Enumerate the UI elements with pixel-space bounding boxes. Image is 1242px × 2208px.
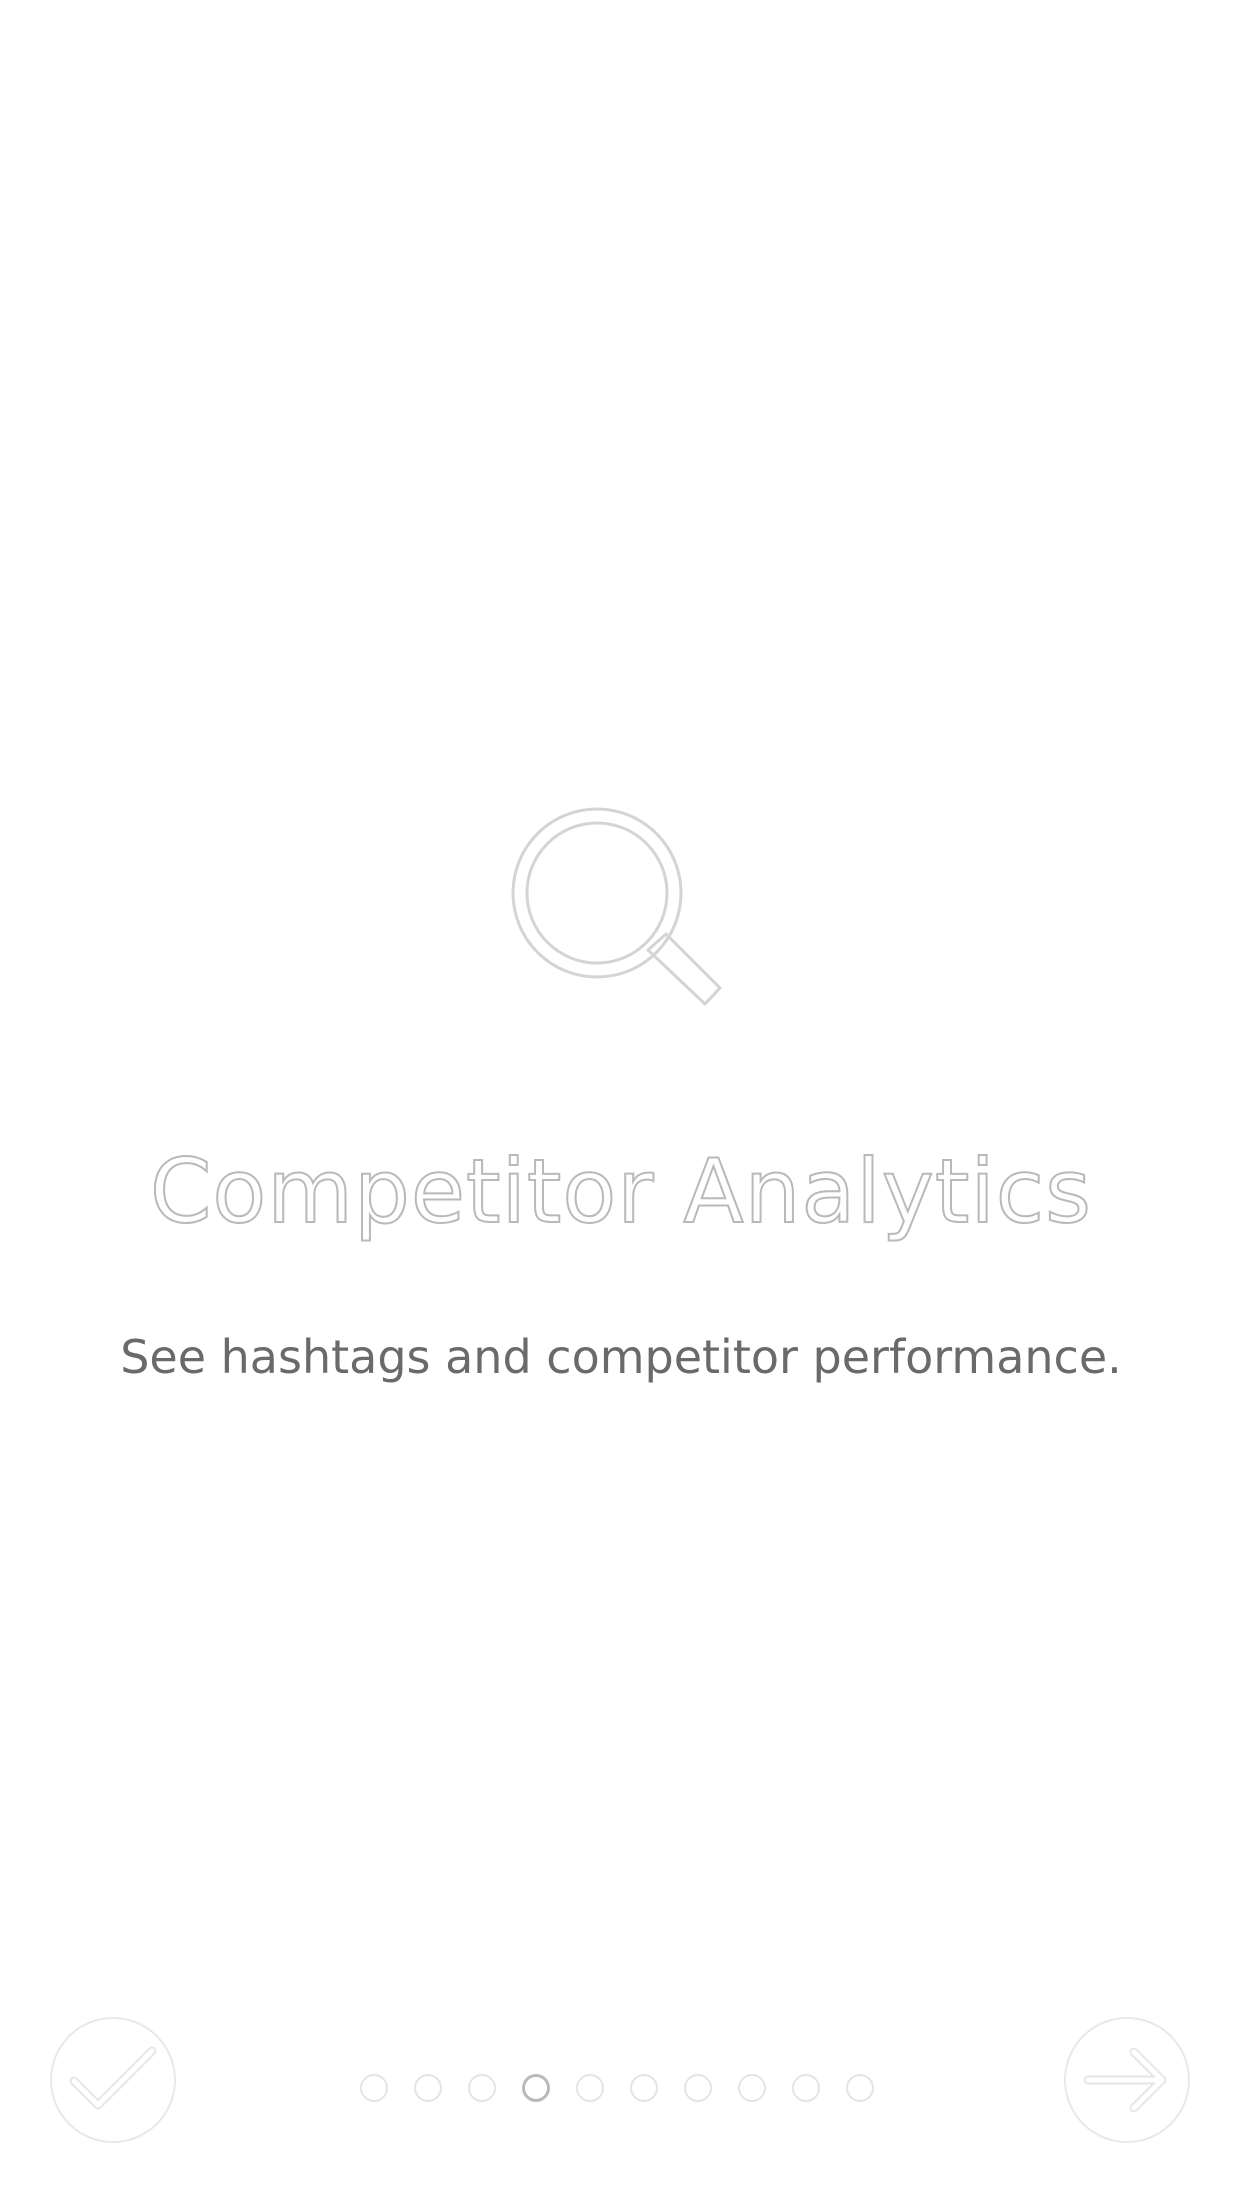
page-dot-10[interactable] (846, 2074, 874, 2102)
done-button[interactable] (50, 2017, 176, 2143)
page-dot-7[interactable] (684, 2074, 712, 2102)
arrow-right-icon (1083, 2047, 1167, 2113)
page-dot-8[interactable] (738, 2074, 766, 2102)
onboarding-screen: Competitor Analytics See hashtags and co… (0, 0, 1242, 2208)
page-indicator (360, 2074, 874, 2104)
page-title: Competitor Analytics (149, 1139, 1093, 1244)
page-dot-9[interactable] (792, 2074, 820, 2102)
checkmark-icon (69, 2046, 157, 2110)
page-dot-2[interactable] (414, 2074, 442, 2102)
page-dot-3[interactable] (468, 2074, 496, 2102)
page-dot-5[interactable] (576, 2074, 604, 2102)
page-subtitle: See hashtags and competitor performance. (120, 1330, 1122, 1384)
next-button[interactable] (1064, 2017, 1190, 2143)
page-dot-6[interactable] (630, 2074, 658, 2102)
page-dot-4-active[interactable] (522, 2074, 550, 2102)
search-icon (511, 807, 722, 1006)
page-dot-1[interactable] (360, 2074, 388, 2102)
